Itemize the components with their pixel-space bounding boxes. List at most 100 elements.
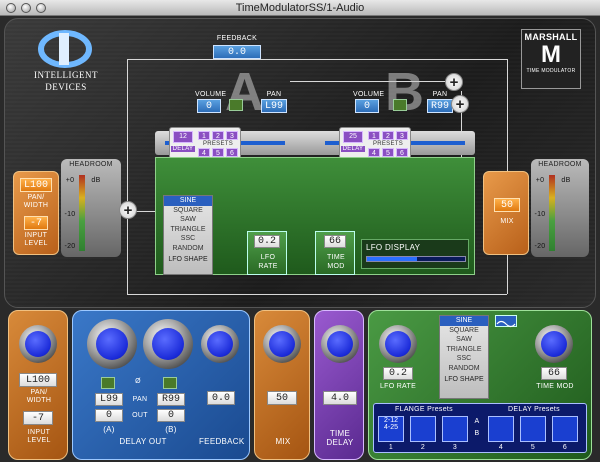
bottom-input-level-label1: INPUT: [27, 429, 51, 436]
bottom-lfo-shape-saw[interactable]: SAW: [440, 335, 488, 345]
marshall-logo: MARSHALL M TIME MODULATOR: [521, 29, 581, 89]
top-lfo-shape-sine[interactable]: SINE: [164, 196, 212, 206]
delay-b-label: DELAY: [341, 146, 365, 152]
sine-wave-icon[interactable]: [495, 315, 517, 328]
preset-a-3[interactable]: 3: [226, 131, 238, 140]
bottom-mix-display[interactable]: 50: [267, 391, 297, 405]
feedback-knob[interactable]: [201, 325, 239, 363]
delay-out-a-knob[interactable]: [87, 319, 137, 369]
bottom-time-delay-display[interactable]: 4.0: [323, 391, 357, 405]
top-lfo-shape-triangle[interactable]: TRIANGLE: [164, 225, 212, 235]
product-sub: TIME MODULATOR: [526, 68, 576, 74]
close-button[interactable]: [6, 3, 16, 13]
delay-b-value[interactable]: 25: [343, 131, 363, 143]
preset-b-4[interactable]: 4: [368, 148, 380, 157]
phase-b-toggle[interactable]: [393, 99, 407, 111]
slot-num-3: 3: [452, 444, 458, 451]
bottom-out-a-display[interactable]: 0: [95, 409, 123, 422]
bottom-pan-width-label1: PAN/: [30, 389, 48, 396]
slot-num-6: 6: [562, 444, 568, 451]
bottom-lfo-shape-sine[interactable]: SINE: [440, 316, 488, 326]
preset-b-3[interactable]: 3: [396, 131, 408, 140]
bottom-phase-b-toggle[interactable]: [163, 377, 177, 389]
bottom-pan-label: PAN: [132, 396, 148, 403]
top-lfo-rate-box: 0.2 LFO RATE: [247, 231, 287, 275]
headroom-left-meter: [79, 175, 85, 251]
bottom-pan-b-display[interactable]: R99: [157, 393, 185, 406]
slot-num-2: 2: [420, 444, 426, 451]
top-lfo-rate-display[interactable]: 0.2: [254, 235, 280, 248]
bottom-time-mod-display[interactable]: 66: [541, 367, 567, 380]
top-lfo-shape-random[interactable]: RANDOM: [164, 244, 212, 254]
delay-out-b-knob[interactable]: [143, 319, 193, 369]
flange-preset-slot-2[interactable]: [410, 416, 436, 442]
flange-preset-slot-1[interactable]: 2-12 4-25: [378, 416, 404, 442]
preset-b-2[interactable]: 2: [382, 131, 394, 140]
headroom-right-box: HEADROOM +0 -10 -20 dB: [531, 159, 589, 257]
bottom-time-mod-knob[interactable]: [535, 325, 573, 363]
bottom-input-level-display[interactable]: -7: [23, 411, 53, 425]
window-controls[interactable]: [6, 3, 46, 13]
bottom-lfo-rate-knob[interactable]: [379, 325, 417, 363]
delay-preset-slot-4[interactable]: [488, 416, 514, 442]
delay-preset-slot-6[interactable]: [552, 416, 578, 442]
mix-knob[interactable]: [263, 325, 301, 363]
top-mix-display[interactable]: 50: [494, 198, 520, 212]
flange-preset-slot-3[interactable]: [442, 416, 468, 442]
zoom-button[interactable]: [36, 3, 46, 13]
delay-b-preset-box: 25 DELAY 1 2 3 PRESETS 4 5 6: [339, 127, 411, 159]
preset-a-4[interactable]: 4: [198, 148, 210, 157]
bottom-out-b-display[interactable]: 0: [157, 409, 185, 422]
feedback-display[interactable]: 0.0: [213, 45, 261, 59]
company-line2: DEVICES: [45, 82, 87, 92]
preset-b-5[interactable]: 5: [382, 148, 394, 157]
bottom-mix-label: MIX: [275, 437, 291, 446]
volume-b-display[interactable]: 0: [355, 99, 379, 113]
product-mark: M: [541, 41, 561, 68]
phase-symbol: Ø: [135, 378, 141, 385]
top-lfo-shape-square[interactable]: SQUARE: [164, 206, 212, 216]
top-lfo-shape-saw[interactable]: SAW: [164, 215, 212, 225]
bottom-pan-width-display[interactable]: L100: [19, 373, 57, 387]
bottom-pan-width-knob[interactable]: [19, 325, 57, 363]
bottom-input-level-label2: LEVEL: [27, 437, 51, 444]
flange-slot-1-line2: 4-25: [383, 424, 398, 431]
pan-b-display[interactable]: R99: [427, 99, 453, 113]
headroom-left-unit: dB: [91, 177, 101, 184]
phase-a-toggle[interactable]: [229, 99, 243, 111]
preset-b-6[interactable]: 6: [396, 148, 408, 157]
flange-slot-1-line1: 2-12: [383, 417, 398, 424]
bottom-lfo-shape-square[interactable]: SQUARE: [440, 326, 488, 336]
preset-a-6[interactable]: 6: [226, 148, 238, 157]
preset-a-5[interactable]: 5: [212, 148, 224, 157]
preset-b-1[interactable]: 1: [368, 131, 380, 140]
bottom-lfo-rate-display[interactable]: 0.2: [383, 367, 413, 380]
pan-a-label: PAN: [266, 91, 282, 98]
bottom-lfo-shape-ssc[interactable]: SSC: [440, 354, 488, 364]
company-line1: INTELLIGENT: [34, 70, 98, 80]
window-titlebar: TimeModulatorSS/1-Audio: [0, 0, 600, 16]
volume-a-display[interactable]: 0: [197, 99, 221, 113]
bottom-phase-a-toggle[interactable]: [101, 377, 115, 389]
delay-preset-slot-5[interactable]: [520, 416, 546, 442]
bottom-lfo-shape-list[interactable]: SINE SQUARE SAW TRIANGLE SSC RANDOM LFO …: [439, 315, 489, 399]
top-input-level-label2: LEVEL: [24, 240, 48, 247]
delay-a-value[interactable]: 12: [173, 131, 193, 143]
bottom-pan-a-display[interactable]: L99: [95, 393, 123, 406]
time-delay-knob[interactable]: [321, 325, 359, 363]
top-lfo-shape-list[interactable]: SINE SQUARE SAW TRIANGLE SSC RANDOM LFO …: [163, 195, 213, 275]
bottom-feedback-display[interactable]: 0.0: [207, 391, 235, 405]
top-lfo-shape-ssc[interactable]: SSC: [164, 234, 212, 244]
top-time-mod-display[interactable]: 66: [324, 235, 346, 248]
pan-a-display[interactable]: L99: [261, 99, 287, 113]
minimize-button[interactable]: [21, 3, 31, 13]
bottom-lfo-shape-triangle[interactable]: TRIANGLE: [440, 345, 488, 355]
top-input-level-display[interactable]: -7: [24, 216, 48, 230]
headroom-right-tick-2: -20: [534, 243, 546, 250]
headroom-left-box: HEADROOM +0 -10 -20 dB: [61, 159, 121, 257]
bottom-lfo-shape-random[interactable]: RANDOM: [440, 364, 488, 374]
top-pan-width-display[interactable]: L100: [20, 178, 52, 192]
preset-a-1[interactable]: 1: [198, 131, 210, 140]
preset-a-2[interactable]: 2: [212, 131, 224, 140]
slot-num-5: 5: [530, 444, 536, 451]
